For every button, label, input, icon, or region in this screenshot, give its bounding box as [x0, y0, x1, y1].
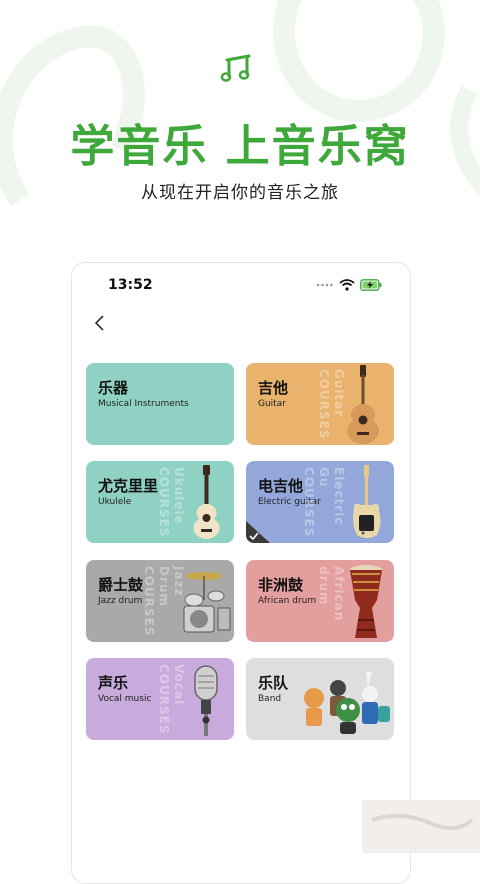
microphone-icon — [194, 665, 218, 736]
acoustic-guitar-icon — [347, 365, 379, 444]
card-title: 声乐 — [98, 674, 129, 692]
card-subtitle: Vocal music — [98, 694, 152, 704]
card-title: 乐队 — [258, 674, 289, 692]
corner-decoration — [362, 800, 480, 853]
hero-title: 学音乐 上音乐窝 — [70, 121, 410, 172]
phone-mockup: 13:52 乐器 Musical Instruments 吉他 Guitar G… — [71, 262, 411, 884]
djembe-icon — [350, 565, 382, 638]
chevron-left-icon[interactable] — [90, 313, 110, 333]
card-title: 爵士鼓 — [98, 576, 144, 594]
card-electric-guitar[interactable]: 电吉他 Electric guitar Electric Gu COURSES — [246, 461, 394, 543]
card-vocal[interactable]: 声乐 Vocal music Vocal COURSES — [86, 658, 234, 740]
card-ukulele[interactable]: 尤克里里 Ukulele Ukulele COURSES — [86, 461, 234, 543]
card-subtitle: African drum — [258, 596, 317, 606]
drum-kit-icon — [183, 572, 231, 633]
card-subtitle: Musical Instruments — [98, 399, 189, 409]
card-guitar[interactable]: 吉他 Guitar Guitar COURSES — [246, 363, 394, 445]
card-title: 吉他 — [258, 379, 289, 397]
status-bar: 13:52 — [72, 277, 410, 297]
card-title: 乐器 — [98, 379, 129, 397]
band-characters-icon — [304, 672, 390, 734]
card-title: 电吉他 — [258, 477, 304, 495]
card-african-drum[interactable]: 非洲鼓 African drum African drum — [246, 560, 394, 642]
status-time: 13:52 — [108, 277, 153, 293]
card-band[interactable]: 乐队 Band — [246, 658, 394, 740]
card-title: 尤克里里 — [98, 477, 159, 495]
card-instruments[interactable]: 乐器 Musical Instruments — [86, 363, 234, 445]
selected-check-icon — [246, 521, 270, 543]
wifi-icon — [339, 279, 355, 291]
ukulele-icon — [193, 465, 220, 539]
hero-subtitle: 从现在开启你的音乐之旅 — [141, 183, 339, 203]
card-subtitle: Ukulele — [98, 497, 132, 507]
dots-icon — [316, 283, 333, 287]
music-note-icon — [220, 54, 251, 82]
electric-guitar-icon — [353, 465, 381, 538]
card-subtitle: Guitar — [258, 399, 286, 409]
card-jazz-drum[interactable]: 爵士鼓 Jazz drum Jazz Drum COURSES — [86, 560, 234, 642]
battery-charging-icon — [360, 279, 382, 291]
card-title: 非洲鼓 — [258, 576, 304, 594]
card-subtitle: Band — [258, 694, 282, 704]
card-subtitle: Jazz drum — [98, 596, 143, 606]
